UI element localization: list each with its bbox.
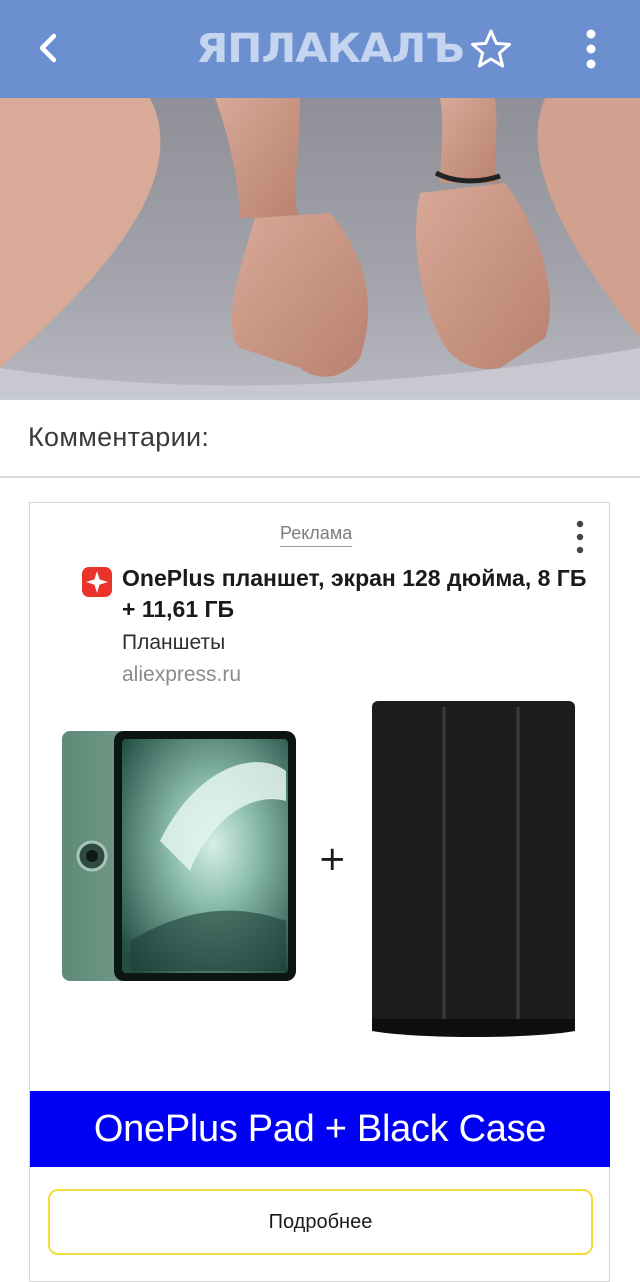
post-image[interactable] bbox=[0, 98, 640, 398]
more-vertical-icon bbox=[576, 520, 584, 554]
top-app-bar: ЯПЛАКАЛЪ bbox=[0, 0, 640, 98]
ad-title[interactable]: OnePlus планшет, экран 128 дюйма, 8 ГБ +… bbox=[122, 563, 592, 625]
ad-banner[interactable]: OnePlus Pad + Black Case bbox=[30, 1091, 610, 1167]
ad-domain[interactable]: aliexpress.ru bbox=[122, 663, 241, 687]
image-bottom-border bbox=[0, 398, 640, 400]
section-divider bbox=[0, 476, 640, 478]
banner-text: OnePlus Pad + Black Case bbox=[93, 1108, 547, 1150]
back-button[interactable] bbox=[28, 26, 72, 70]
more-vertical-icon bbox=[586, 29, 596, 69]
ad-options-button[interactable] bbox=[570, 519, 590, 555]
plus-sign: + bbox=[318, 839, 347, 879]
ad-card[interactable]: Реклама OnePlus планшет, экран 128 дюйма… bbox=[29, 502, 610, 1282]
ad-category: Планшеты bbox=[122, 631, 226, 654]
star-icon bbox=[471, 29, 511, 68]
more-menu-button[interactable] bbox=[572, 24, 610, 74]
site-logo[interactable]: ЯПЛАКАЛЪ bbox=[196, 24, 465, 74]
aliexpress-icon bbox=[82, 567, 112, 597]
chevron-left-icon bbox=[39, 33, 57, 63]
ad-product-image[interactable] bbox=[30, 701, 611, 1091]
details-button[interactable]: Подробнее bbox=[48, 1189, 593, 1255]
ad-label[interactable]: Реклама bbox=[280, 523, 353, 547]
comments-heading: Комментарии: bbox=[28, 422, 210, 452]
favorite-button[interactable] bbox=[468, 26, 514, 72]
